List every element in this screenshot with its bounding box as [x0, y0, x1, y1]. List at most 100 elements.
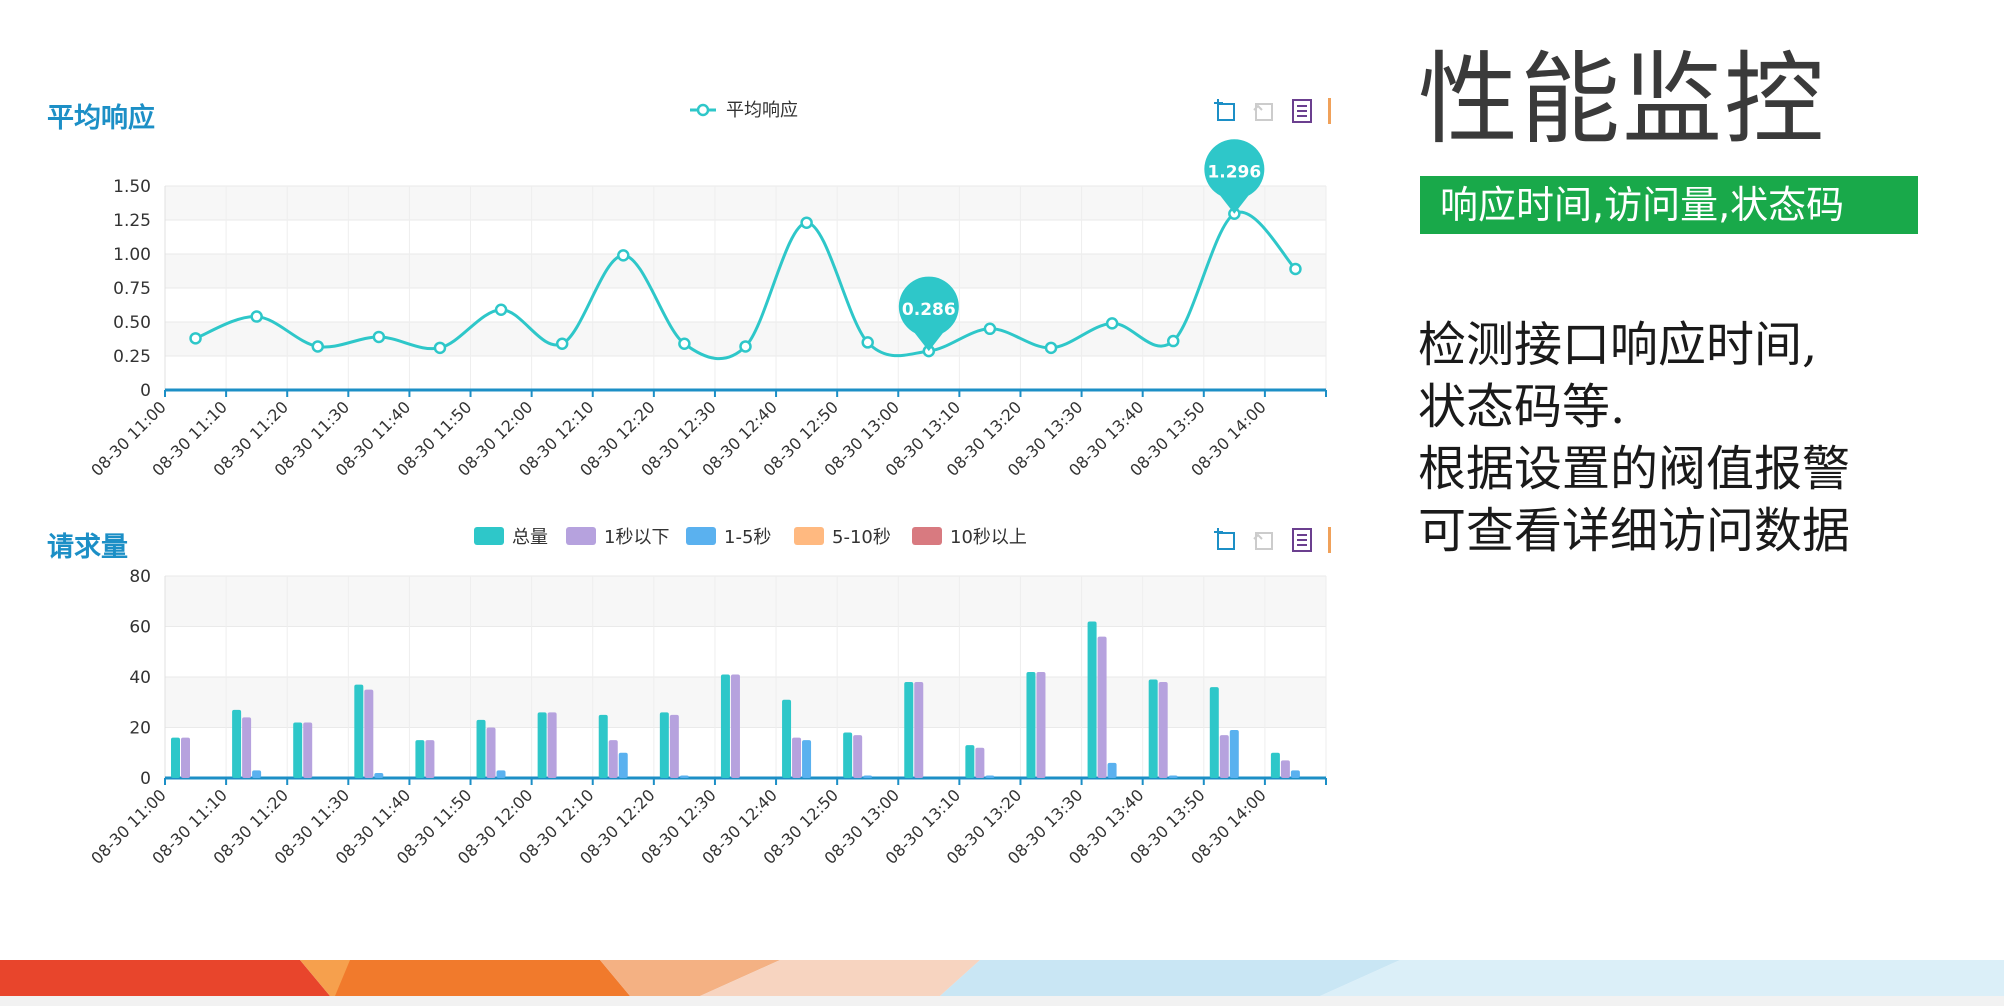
- marker-label: 0.286: [902, 300, 956, 320]
- legend-label: 平均响应: [726, 100, 798, 121]
- bar: [669, 714, 679, 778]
- bar: [1158, 682, 1168, 778]
- data-point: [861, 336, 874, 349]
- data-point: [617, 249, 630, 262]
- data-point: [311, 340, 325, 353]
- legend-label: 10秒以上: [950, 527, 1027, 548]
- y-tick-label: 1.25: [113, 211, 151, 231]
- y-tick-label: 0.75: [113, 279, 151, 299]
- bar: [476, 719, 486, 778]
- bar: [374, 772, 384, 778]
- description-line: 状态码等.: [1418, 379, 1626, 435]
- bar: [171, 737, 180, 778]
- y-tick-label: 0: [140, 381, 151, 401]
- bar: [547, 712, 557, 778]
- description-line: 可查看详细访问数据: [1418, 503, 1851, 559]
- description: 检测接口响应时间, 状态码等. 根据设置的阀值报警 可查看详细访问数据: [1418, 314, 1978, 562]
- data-point: [433, 341, 447, 355]
- bar: [914, 682, 924, 778]
- y-tick-label: 1.00: [113, 245, 151, 265]
- bar: [354, 684, 364, 778]
- grid-band: [165, 576, 1326, 627]
- data-point: [739, 340, 752, 353]
- description-line: 检测接口响应时间,: [1418, 317, 1818, 373]
- y-tick-label: 0.25: [113, 347, 151, 367]
- bar: [730, 674, 740, 778]
- bar: [1087, 621, 1097, 778]
- response-chart: 00.250.500.751.001.251.5008-30 11:0008-3…: [87, 100, 1327, 480]
- bar: [975, 747, 985, 778]
- bar: [863, 775, 873, 778]
- bar: [1270, 752, 1280, 778]
- legend-label: 总量: [512, 527, 548, 548]
- y-tick-label: 40: [129, 668, 151, 688]
- legend-swatch: [566, 527, 596, 545]
- bar: [659, 712, 669, 778]
- data-point: [494, 303, 508, 317]
- bar: [232, 709, 242, 778]
- data-point: [372, 330, 386, 344]
- y-tick-label: 20: [129, 719, 151, 739]
- bar: [843, 732, 853, 778]
- bar: [1148, 679, 1158, 778]
- data-point: [800, 216, 813, 229]
- bar: [1219, 735, 1229, 778]
- bar: [252, 770, 262, 778]
- y-tick-label: 60: [129, 618, 151, 638]
- bar: [679, 775, 689, 778]
- legend-swatch: [686, 527, 716, 545]
- grid-band: [165, 186, 1326, 220]
- data-point: [983, 322, 997, 336]
- y-tick-label: 1.50: [113, 177, 151, 197]
- bar: [853, 735, 863, 778]
- y-tick-label: 0.50: [113, 313, 151, 333]
- bar: [415, 740, 425, 778]
- bar: [496, 770, 506, 778]
- bar: [293, 722, 303, 778]
- data-point: [189, 332, 202, 345]
- bar: [1229, 730, 1239, 778]
- bar: [242, 717, 252, 778]
- bar: [1209, 687, 1219, 778]
- legend-label: 1秒以下: [604, 527, 669, 548]
- bar: [181, 737, 190, 778]
- bar: [486, 727, 496, 778]
- legend: 总量 1秒以下 1-5秒 5-10秒 10秒以上: [474, 527, 1027, 548]
- slide-title: 性能监控: [1418, 41, 1826, 158]
- bar: [792, 737, 802, 778]
- legend-label: 5-10秒: [832, 527, 891, 548]
- data-point: [1105, 317, 1119, 330]
- description-line: 根据设置的阀值报警: [1418, 441, 1851, 497]
- bar: [608, 740, 618, 778]
- legend-swatch: [794, 527, 824, 545]
- bar: [1168, 775, 1178, 778]
- data-point: [1166, 334, 1180, 348]
- bar: [965, 745, 975, 778]
- data-point: [678, 337, 691, 351]
- data-point: [1289, 262, 1302, 276]
- bar: [618, 752, 628, 778]
- grid-band: [165, 254, 1326, 288]
- bar: [425, 740, 435, 778]
- legend-point-swatch: [696, 103, 710, 117]
- marker-label: 1.296: [1207, 163, 1261, 183]
- legend-swatch: [912, 527, 942, 545]
- data-point: [250, 310, 263, 323]
- legend-label: 1-5秒: [724, 527, 771, 548]
- bar: [1280, 760, 1290, 778]
- bar: [598, 714, 608, 778]
- bar: [364, 689, 374, 778]
- data-point: [555, 337, 569, 351]
- legend: 平均响应: [690, 100, 798, 121]
- bar: [802, 740, 812, 778]
- bar: [1026, 671, 1036, 778]
- bar: [303, 722, 313, 778]
- y-tick-label: 80: [129, 567, 151, 587]
- subtitle-banner: 响应时间,访问量,状态码: [1420, 176, 1918, 234]
- bar: [985, 775, 995, 778]
- bar: [1107, 762, 1117, 778]
- legend-swatch: [474, 527, 504, 545]
- data-point: [1044, 341, 1058, 355]
- bar: [1097, 636, 1107, 778]
- bar: [782, 699, 792, 778]
